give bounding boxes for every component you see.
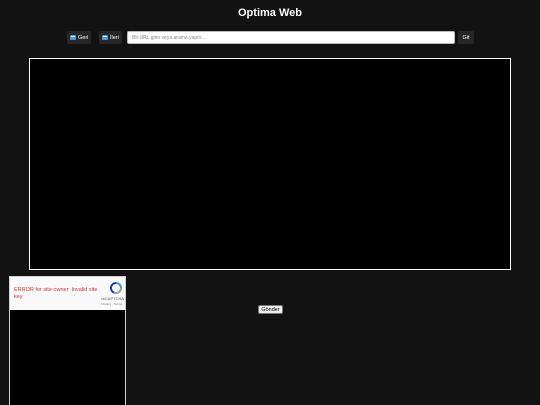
recaptcha-brand: reCAPTCHA <box>101 296 124 301</box>
back-button-label: Geri <box>78 34 89 41</box>
recaptcha-logo-icon <box>110 282 123 294</box>
privacy-link[interactable]: Privacy <box>101 302 111 306</box>
terms-link[interactable]: Terms <box>114 302 122 306</box>
recaptcha-error-panel: ERROR for site owner: Invalid site key r… <box>10 277 125 310</box>
forward-arrow-icon <box>102 35 108 40</box>
submit-button[interactable]: Gönder <box>258 305 283 314</box>
back-button[interactable]: Geri <box>67 31 92 44</box>
browser-frame[interactable] <box>29 58 511 270</box>
recaptcha-error-message: ERROR for site owner: Invalid site key <box>14 287 98 300</box>
back-arrow-icon <box>70 35 76 40</box>
forward-button-label: İleri <box>110 34 119 41</box>
url-input[interactable] <box>127 31 455 44</box>
recaptcha-links: Privacy - Terms <box>101 302 122 306</box>
recaptcha-widget[interactable]: ERROR for site owner: Invalid site key r… <box>9 276 126 405</box>
go-button[interactable]: Git <box>458 31 474 44</box>
page-title: Optima Web <box>238 7 302 19</box>
forward-button[interactable]: İleri <box>99 31 122 44</box>
